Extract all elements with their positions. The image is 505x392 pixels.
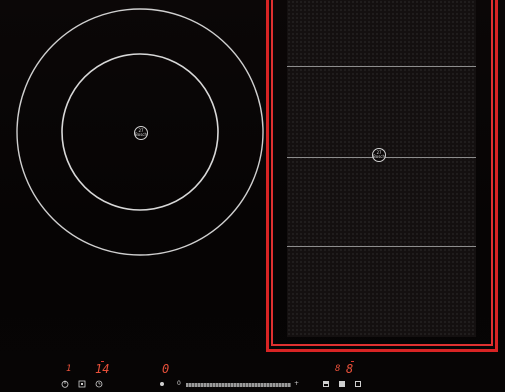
- power-slider[interactable]: [186, 383, 291, 387]
- middle-zone-power-level: 0: [162, 362, 170, 376]
- left-zone-indicator: 1: [66, 364, 72, 374]
- flex-zone-divider: [287, 246, 476, 247]
- flex-zone-logo-badge: 27 Bosch: [372, 148, 386, 162]
- timer-icon[interactable]: [94, 379, 104, 389]
- flex-rear-select-icon[interactable]: [355, 381, 361, 387]
- slider-min-label: 0: [177, 380, 181, 387]
- left-zone-power-level: 14: [95, 362, 110, 376]
- slider-max-label: +: [294, 380, 300, 387]
- flex-full-select-icon[interactable]: [339, 381, 345, 387]
- zone-select-dot-icon[interactable]: [157, 379, 167, 389]
- power-icon[interactable]: [60, 379, 70, 389]
- childlock-icon[interactable]: [77, 379, 87, 389]
- cooktop-surface: 27 Bosch 27 Bosch 1 14 0 8 8 0 +: [0, 0, 505, 392]
- flex-cooking-zone[interactable]: [287, 0, 476, 337]
- flex-front-select-icon[interactable]: [323, 381, 329, 387]
- right-zone-indicator: 8: [335, 364, 341, 374]
- zone-logo-badge: 27 Bosch: [134, 126, 148, 140]
- flex-zone-divider: [287, 66, 476, 67]
- right-zone-power-level: 8: [346, 362, 354, 376]
